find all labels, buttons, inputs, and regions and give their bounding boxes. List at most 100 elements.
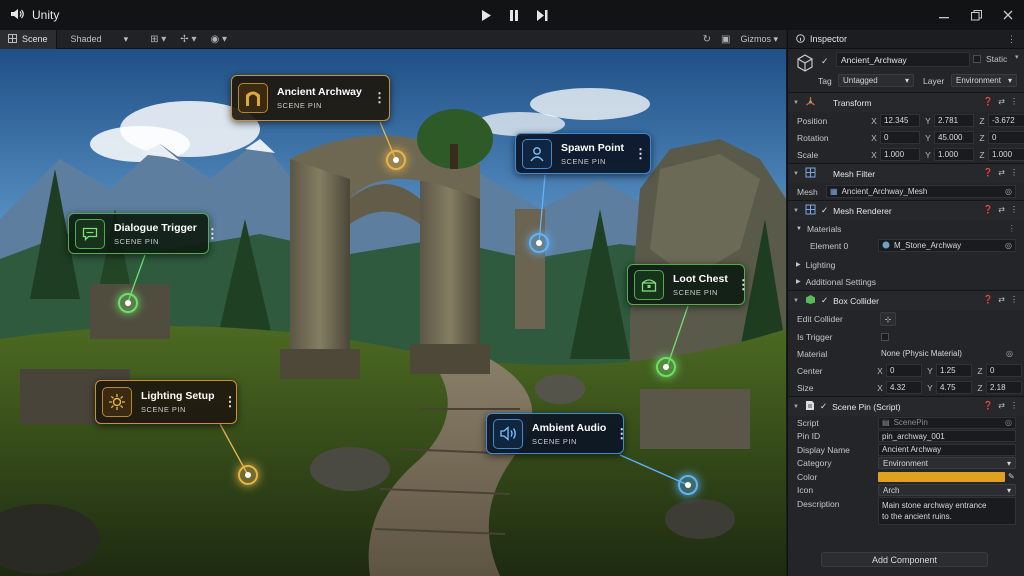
more-menu-icon[interactable]: ⋮ [615, 426, 628, 442]
layout-icon[interactable]: ⊞ ▾ [150, 34, 166, 45]
description-textarea[interactable]: Main stone archway entrance to the ancie… [878, 497, 1016, 525]
settings-icon[interactable]: ⇄ [998, 401, 1005, 410]
pin-card-ancient-archway[interactable]: Ancient Archway SCENE PIN ⋮ [231, 75, 390, 121]
size-x-field[interactable]: 4.32 [886, 381, 922, 394]
rotation-y-field[interactable]: 45.000 [934, 131, 974, 144]
scale-y-field[interactable]: 1.000 [934, 148, 974, 161]
pin-card-ambient-audio[interactable]: Ambient Audio SCENE PIN ⋮ [486, 413, 628, 454]
component-header[interactable]: ▼ ✓ Mesh Renderer ❓ ⇄ ⋮ [788, 201, 1024, 220]
effects-icon[interactable]: ✢ ▾ [180, 34, 196, 45]
pin-marker-ancient-archway[interactable] [386, 150, 406, 170]
pin-card-spawn-point[interactable]: Spawn Point SCENE PIN ⋮ [515, 133, 651, 174]
more-menu-icon[interactable]: ⋮ [1008, 223, 1017, 234]
more-menu-icon[interactable]: ⋮ [1010, 401, 1018, 410]
restore-icon[interactable] [968, 7, 984, 23]
scale-x-field[interactable]: 1.000 [880, 148, 920, 161]
component-header[interactable]: ▼ ✓ Scene Pin (Script) ❓ ⇄ ⋮ [788, 397, 1024, 416]
more-menu-icon[interactable]: ⋮ [206, 226, 219, 242]
pin-marker-dialogue-trigger[interactable] [118, 293, 138, 313]
minimize-icon[interactable] [936, 7, 952, 23]
rotation-x-field[interactable]: 0 [880, 131, 920, 144]
settings-icon[interactable]: ⇄ [998, 295, 1005, 304]
help-icon[interactable]: ❓ [983, 97, 993, 106]
more-menu-icon[interactable]: ⋮ [224, 394, 237, 410]
pin-marker-lighting-setup[interactable] [238, 465, 258, 485]
shading-dropdown[interactable]: Shaded ▾ [71, 34, 129, 45]
target-icon[interactable]: ◎ [1005, 241, 1012, 250]
static-checkbox[interactable] [973, 55, 981, 63]
component-header[interactable]: ▼ Transform ❓ ⇄ ⋮ [788, 93, 1024, 112]
help-icon[interactable]: ❓ [983, 401, 993, 410]
lighting-foldout[interactable]: ▶ Lighting [788, 256, 1024, 273]
settings-icon[interactable]: ⇄ [998, 168, 1005, 177]
help-icon[interactable]: ❓ [983, 295, 993, 304]
pin-marker-ambient-audio[interactable] [678, 475, 698, 495]
settings-icon[interactable]: ⇄ [998, 205, 1005, 214]
additional-settings-foldout[interactable]: ▶ Additional Settings [788, 273, 1024, 290]
play-icon[interactable] [474, 4, 498, 26]
color-swatch[interactable] [878, 471, 1005, 482]
more-menu-icon[interactable]: ⋮ [737, 277, 750, 293]
refresh-icon[interactable]: ↻ [703, 34, 711, 45]
is-trigger-checkbox[interactable] [881, 332, 889, 341]
component-header[interactable]: ▼ ✓ Box Collider ❓ ⇄ ⋮ [788, 291, 1024, 310]
step-icon[interactable] [530, 4, 554, 26]
help-icon[interactable]: ❓ [983, 168, 993, 177]
enabled-checkbox[interactable]: ✓ [820, 401, 827, 412]
more-menu-icon[interactable]: ⋮ [1010, 168, 1018, 177]
settings-icon[interactable]: ⇄ [998, 97, 1005, 106]
camera-icon[interactable]: ▣ [721, 34, 730, 45]
tab-inspector[interactable]: Inspector [796, 33, 847, 45]
rotation-z-field[interactable]: 0 [988, 131, 1024, 144]
more-menu-icon[interactable]: ⋮ [1010, 97, 1018, 106]
close-icon[interactable] [1000, 7, 1016, 23]
size-z-field[interactable]: 2.18 [986, 381, 1022, 394]
pin-card-lighting-setup[interactable]: Lighting Setup SCENE PIN ⋮ [95, 380, 237, 424]
more-menu-icon[interactable]: ⋮ [1010, 205, 1018, 214]
add-component-button[interactable]: Add Component [821, 552, 988, 567]
enabled-checkbox[interactable]: ✓ [821, 295, 828, 306]
display-name-field[interactable]: Ancient Archway [878, 443, 1016, 456]
center-y-field[interactable]: 1.25 [936, 364, 972, 377]
target-icon[interactable]: ◎ [1005, 187, 1012, 196]
scale-z-field[interactable]: 1.000 [988, 148, 1024, 161]
help-icon[interactable]: ❓ [983, 205, 993, 214]
icon-dropdown[interactable]: Arch ▾ [878, 484, 1016, 497]
mesh-object-field[interactable]: ▦ Ancient_Archway_Mesh ◎ [826, 185, 1016, 198]
visibility-icon[interactable]: ◉ ▾ [210, 34, 227, 45]
position-z-field[interactable]: -3.672 [988, 114, 1024, 127]
category-dropdown[interactable]: Environment ▾ [878, 457, 1016, 470]
gizmos-dropdown[interactable]: Gizmos ▾ [740, 34, 778, 45]
speaker-icon[interactable] [10, 8, 24, 23]
target-icon[interactable]: ◎ [1006, 349, 1013, 358]
object-name-field[interactable]: Ancient_Archway [836, 52, 970, 67]
more-menu-icon[interactable]: ⋮ [373, 90, 386, 106]
pin-id-field[interactable]: pin_archway_001 [878, 430, 1016, 443]
size-y-field[interactable]: 4.75 [936, 381, 972, 394]
tab-scene[interactable]: Scene [0, 29, 57, 49]
pin-marker-loot-chest[interactable] [656, 357, 676, 377]
center-z-field[interactable]: 0 [986, 364, 1022, 377]
enabled-checkbox[interactable]: ✓ [821, 205, 828, 216]
center-x-field[interactable]: 0 [886, 364, 922, 377]
physic-material-field[interactable]: None (Physic Material) ◎ [878, 347, 1016, 360]
edit-collider-button[interactable]: ⊹ [880, 312, 896, 326]
scene-view[interactable]: Ancient Archway SCENE PIN ⋮ Spawn Point … [0, 49, 786, 576]
more-menu-icon[interactable]: ⋮ [634, 146, 647, 162]
tag-dropdown[interactable]: Untagged ▾ [838, 74, 914, 87]
eyedropper-icon[interactable]: ✎ [1008, 472, 1015, 481]
active-checkbox[interactable]: ✓ [821, 56, 831, 66]
more-menu-icon[interactable]: ⋮ [1010, 295, 1018, 304]
position-x-field[interactable]: 12.345 [880, 114, 920, 127]
chevron-down-icon[interactable]: ▾ [1015, 53, 1019, 61]
pin-marker-spawn-point[interactable] [529, 233, 549, 253]
pin-card-dialogue-trigger[interactable]: Dialogue Trigger SCENE PIN ⋮ [68, 213, 219, 254]
pause-icon[interactable] [502, 4, 526, 26]
panel-menu-icon[interactable]: ⋮ [1007, 34, 1016, 45]
pin-card-loot-chest[interactable]: Loot Chest SCENE PIN ⋮ [627, 264, 750, 305]
layer-dropdown[interactable]: Environment ▾ [951, 74, 1017, 87]
component-header[interactable]: ▼ Mesh Filter ❓ ⇄ ⋮ [788, 164, 1024, 183]
position-y-field[interactable]: 2.781 [934, 114, 974, 127]
material-object-field[interactable]: M_Stone_Archway ◎ [878, 239, 1016, 252]
materials-foldout[interactable]: ▼ Materials ⋮ [788, 220, 1024, 237]
